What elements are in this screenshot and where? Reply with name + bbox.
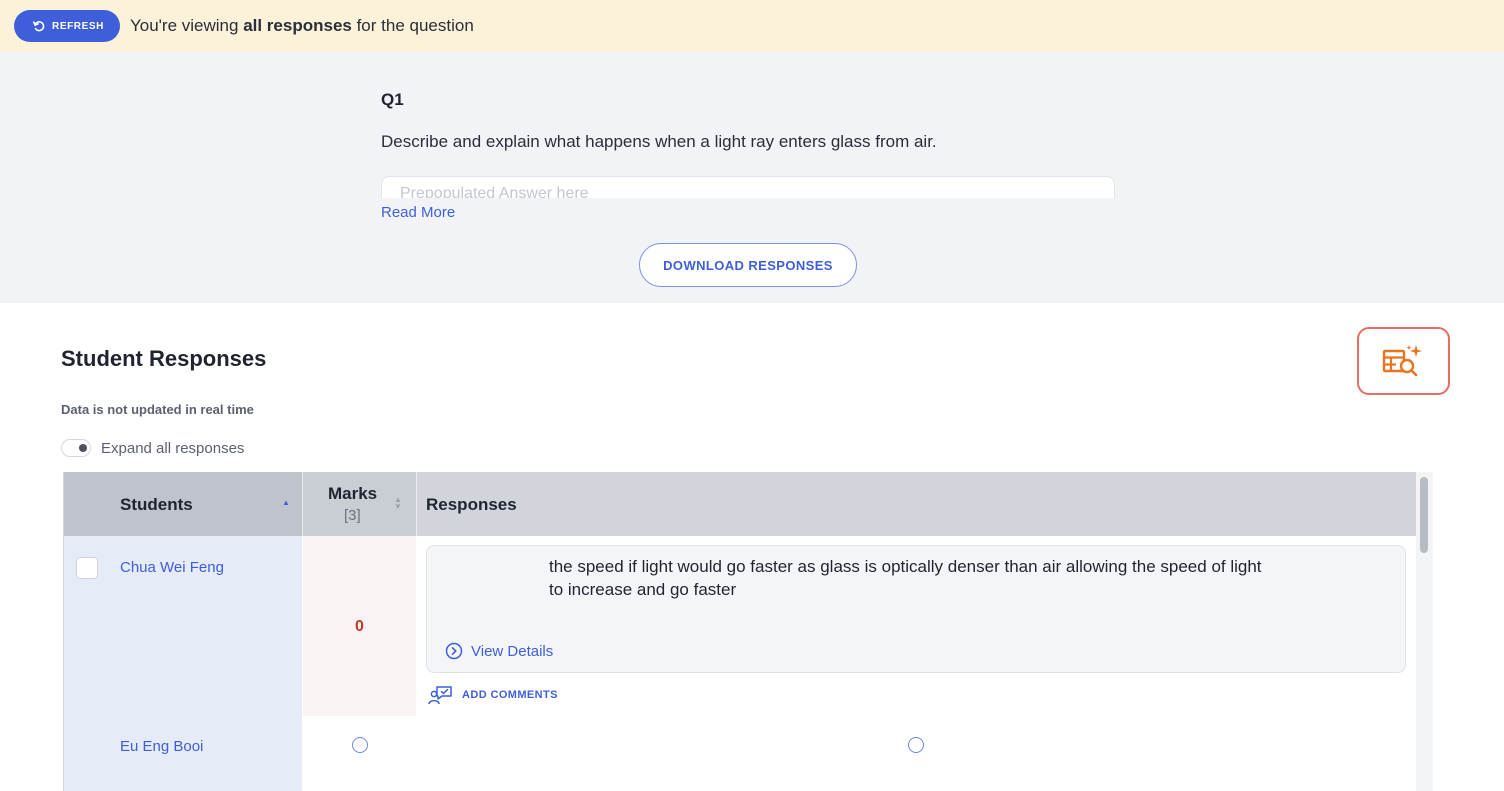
question-text: Describe and explain what happens when a…	[381, 132, 937, 151]
refresh-icon	[32, 21, 45, 32]
banner-text-suffix: for the question	[351, 16, 474, 35]
sort-toggle-icon[interactable]: ▲ ▼	[394, 496, 402, 511]
loading-circle-icon	[352, 737, 368, 753]
prepopulated-answer-text: Prepopulated Answer here	[400, 185, 589, 198]
question-panel: Q1 Describe and explain what happens whe…	[0, 52, 1504, 303]
loading-circle-icon	[908, 737, 924, 753]
refresh-label: REFRESH	[52, 20, 104, 32]
responses-header-label: Responses	[426, 495, 517, 514]
row-select-checkbox[interactable]	[76, 557, 98, 579]
view-banner: REFRESH You're viewing all responses for…	[0, 0, 1504, 52]
student-name-link[interactable]: Chua Wei Feng	[120, 559, 224, 576]
view-details-link[interactable]: View Details	[445, 642, 553, 660]
comments-icon	[428, 686, 452, 705]
responses-column-header: Responses	[417, 472, 1416, 536]
ai-insights-button[interactable]	[1357, 327, 1450, 395]
table-scrollbar[interactable]	[1416, 472, 1433, 791]
chevron-circle-icon	[445, 642, 463, 660]
banner-text-bold: all responses	[243, 16, 352, 35]
scrollbar-thumb[interactable]	[1420, 477, 1428, 553]
students-column-header[interactable]: Students ▲	[64, 472, 302, 536]
marks-header-label: Marks	[328, 484, 378, 503]
expand-all-label: Expand all responses	[101, 439, 245, 457]
read-more-link[interactable]: Read More	[381, 204, 455, 221]
marks-total-label: [3]	[344, 507, 361, 524]
view-details-label: View Details	[471, 642, 554, 660]
refresh-button[interactable]: REFRESH	[14, 10, 120, 42]
responses-table: Students ▲ Marks [3] ▲ ▼ Responses Chua W…	[63, 472, 1433, 791]
mark-value: 0	[355, 618, 364, 635]
question-number: Q1	[381, 90, 404, 109]
section-title: Student Responses	[61, 346, 267, 371]
marks-column-header[interactable]: Marks [3] ▲ ▼	[303, 472, 416, 536]
prepopulated-answer-box: Prepopulated Answer here	[381, 176, 1115, 198]
response-card: the speed if light would go faster as gl…	[426, 545, 1406, 673]
table-header: Students ▲ Marks [3] ▲ ▼ Responses	[64, 472, 1416, 536]
expand-all-toggle[interactable]	[61, 439, 91, 457]
student-name-link[interactable]: Eu Eng Booi	[120, 738, 203, 755]
add-comments-button[interactable]: ADD COMMENTS	[428, 684, 558, 706]
expand-all-row: Expand all responses	[61, 439, 244, 457]
banner-message: You're viewing all responses for the que…	[130, 16, 474, 36]
add-comments-label: ADD COMMENTS	[462, 689, 558, 701]
ai-table-search-icon	[1382, 345, 1422, 377]
response-text: the speed if light would go faster as gl…	[549, 557, 1262, 599]
realtime-note: Data is not updated in real time	[61, 402, 254, 417]
sort-asc-icon[interactable]: ▲	[282, 498, 290, 507]
banner-text-prefix: You're viewing	[129, 16, 244, 35]
download-responses-button[interactable]: DOWNLOAD RESPONSES	[639, 243, 857, 287]
students-header-label: Students	[120, 495, 193, 514]
